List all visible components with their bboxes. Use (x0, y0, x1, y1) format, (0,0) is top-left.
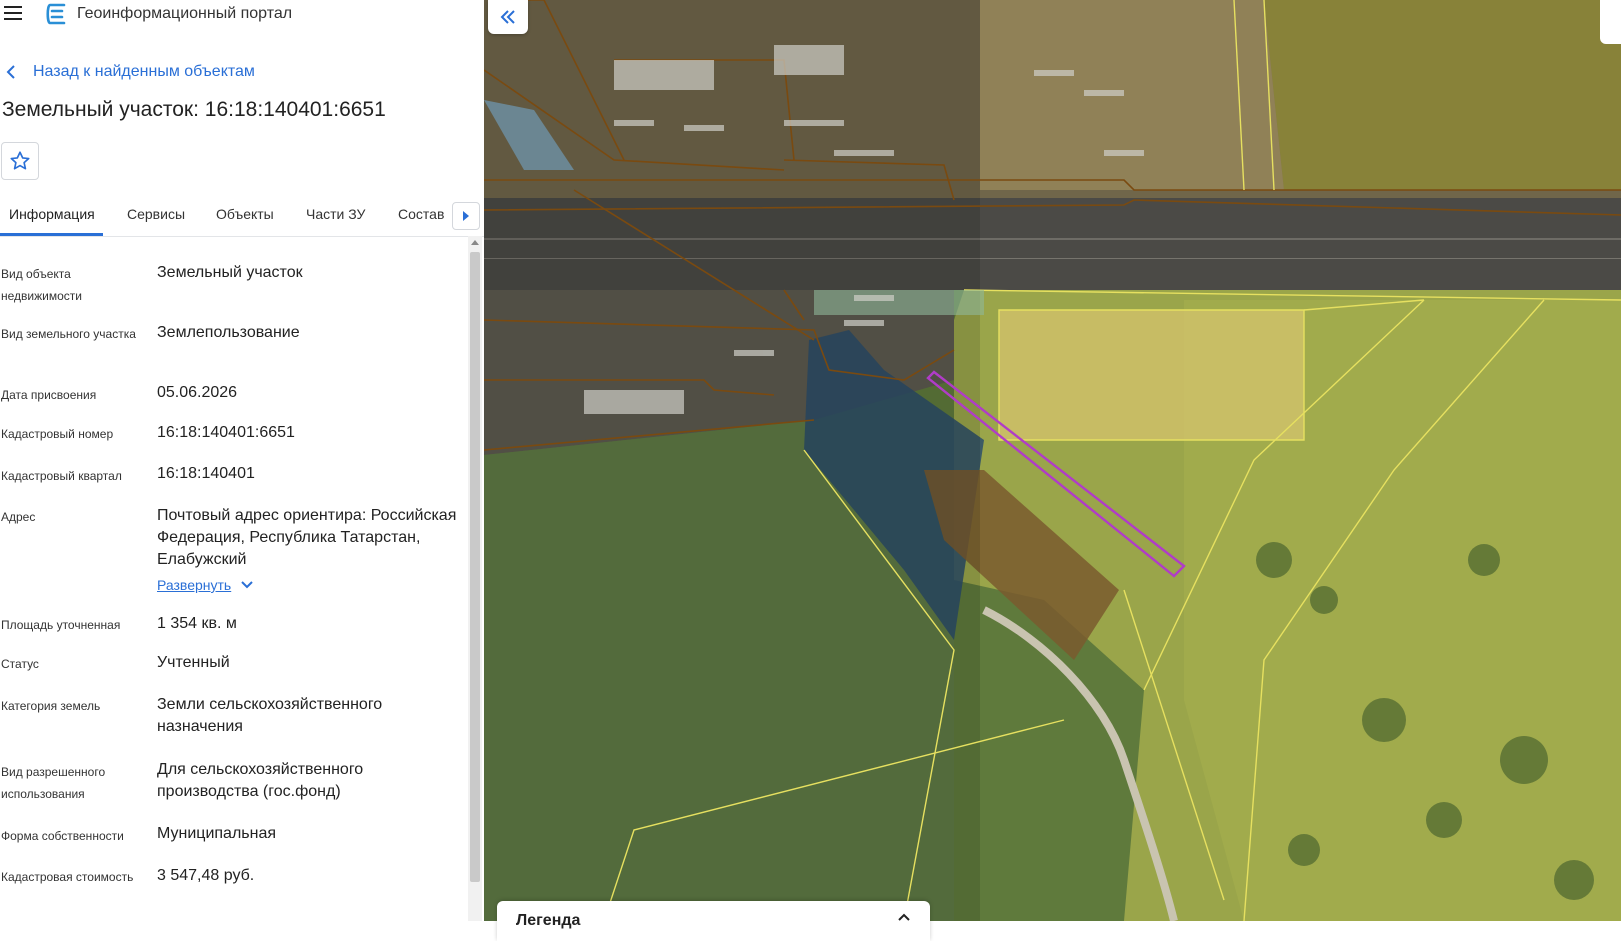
expand-label: Развернуть (157, 577, 232, 593)
field-value: Земли сельскохозяйственного назначения (157, 696, 383, 735)
field-value: Муниципальная (157, 825, 277, 842)
favorite-button[interactable] (1, 142, 39, 180)
scroll-up-arrow[interactable] (471, 240, 479, 245)
tab-composition[interactable]: Состав (398, 206, 444, 222)
satellite-map[interactable] (484, 0, 1621, 921)
active-tab-indicator (0, 233, 103, 236)
map-control-button[interactable] (1600, 0, 1621, 44)
legend-title: Легенда (516, 912, 581, 929)
field-label: Кадастровая стоимость (1, 870, 134, 884)
app-title: Геоинформационный портал (77, 5, 293, 22)
field-label: Вид объекта недвижимости (1, 267, 82, 303)
menu-icon[interactable] (4, 6, 22, 20)
collapse-panel-button[interactable] (488, 0, 528, 34)
field-value: 05.06.2026 (157, 384, 238, 401)
double-chevron-left-icon (500, 10, 515, 24)
field-label: Площадь уточненная (1, 618, 121, 632)
portal-logo-icon (46, 3, 66, 25)
tab-bar: Информация Сервисы Объекты Части ЗУ Сост… (0, 196, 484, 237)
field-label: Статус (1, 657, 39, 671)
page-title: Земельный участок: 16:18:140401:6651 (2, 98, 386, 121)
field-value: 16:18:140401 (157, 465, 255, 482)
caret-right-icon (463, 211, 469, 221)
field-label: Кадастровый квартал (1, 469, 122, 483)
field-label: Форма собственности (1, 829, 124, 843)
legend-panel[interactable]: Легенда (497, 901, 930, 941)
tab-parcel-parts[interactable]: Части ЗУ (306, 206, 365, 222)
chevron-down-icon (241, 581, 253, 589)
tab-information[interactable]: Информация (9, 206, 95, 222)
field-value: Учтенный (157, 654, 230, 671)
top-bar: Геоинформационный портал (0, 0, 484, 32)
map-view[interactable] (484, 0, 1621, 921)
field-value: Землепользование (157, 324, 300, 341)
field-label: Вид разрешенного использования (1, 765, 106, 801)
tabs-scroll-right-button[interactable] (452, 202, 480, 230)
field-label: Адрес (1, 510, 36, 524)
tab-objects[interactable]: Объекты (216, 206, 274, 222)
chevron-left-icon (6, 65, 15, 79)
field-label: Вид земельного участка (1, 327, 136, 341)
scrollbar-thumb[interactable] (470, 252, 480, 882)
field-value: 1 354 кв. м (157, 615, 237, 632)
field-label: Дата присвоения (1, 388, 97, 402)
field-label: Кадастровый номер (1, 427, 114, 441)
back-link-label: Назад к найденным объектам (33, 63, 255, 80)
chevron-up-icon (898, 913, 910, 921)
field-value: Земельный участок (157, 264, 303, 281)
star-icon (10, 151, 30, 170)
field-value: 3 547,48 руб. (157, 867, 255, 884)
field-value: Почтовый адрес ориентира: Российская Фед… (157, 507, 457, 568)
field-value: Для сельскохозяйственного производства (… (157, 761, 364, 800)
expand-address-link[interactable]: Развернуть (157, 577, 253, 593)
tab-services[interactable]: Сервисы (127, 206, 185, 222)
back-to-results-link[interactable]: Назад к найденным объектам (6, 60, 255, 84)
info-panel: Геоинформационный портал Назад к найденн… (0, 0, 484, 921)
field-value: 16:18:140401:6651 (157, 424, 295, 441)
field-label: Категория земель (1, 699, 101, 713)
